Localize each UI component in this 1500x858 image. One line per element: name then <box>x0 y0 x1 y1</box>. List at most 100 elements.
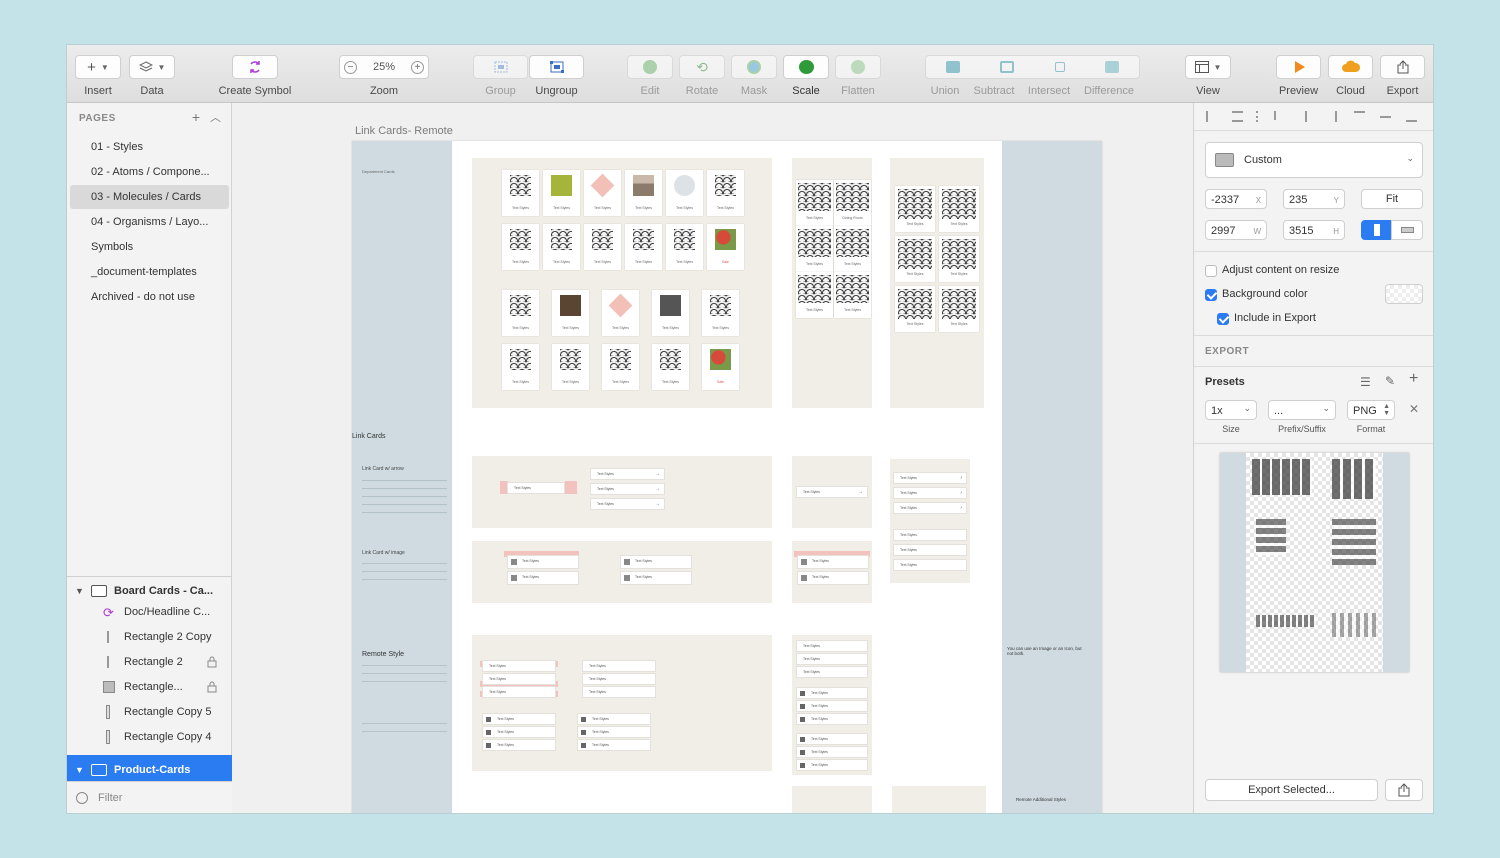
subtract-icon[interactable] <box>1000 61 1015 73</box>
y-position-input[interactable]: 235 Y <box>1283 189 1345 209</box>
prefix-suffix-select[interactable]: ... ⌄ <box>1268 400 1336 420</box>
include-in-export-checkbox[interactable] <box>1217 313 1229 325</box>
rectangle-tall-icon <box>106 730 110 744</box>
add-export-icon[interactable]: + <box>1409 370 1418 388</box>
width-input[interactable]: 2997 W <box>1205 220 1267 240</box>
remote-style-narrow: Text Styles Text Styles Text Styles Text… <box>792 635 872 775</box>
remove-export-icon[interactable]: ✕ <box>1409 402 1419 416</box>
card-label: Text Styles <box>512 326 529 330</box>
layer-row-symbol[interactable]: ⟳ Doc/Headline C... <box>67 600 232 625</box>
fit-button[interactable]: Fit <box>1361 189 1423 209</box>
align-top-icon[interactable] <box>1354 111 1365 122</box>
export-selected-button[interactable]: Export Selected... <box>1205 779 1378 801</box>
share-export-button[interactable] <box>1385 779 1423 801</box>
export-size-select[interactable]: 1x ⌄ <box>1205 400 1257 420</box>
card-label: Text Styles <box>594 206 611 210</box>
layer-row[interactable]: Rectangle 2 Copy <box>67 625 232 650</box>
align-middle-icon[interactable] <box>1380 116 1391 118</box>
icon-link-card: Text Styles <box>796 733 868 745</box>
layer-row[interactable]: Rectangle Copy 4 <box>67 725 232 750</box>
size-caption: Size <box>1222 424 1240 434</box>
align-center-icon[interactable] <box>1305 111 1307 122</box>
export-button[interactable] <box>1380 55 1425 79</box>
align-left-icon[interactable] <box>1206 111 1217 122</box>
lock-icon[interactable] <box>207 681 217 693</box>
mask-button[interactable] <box>731 55 777 79</box>
align-bottom-icon[interactable] <box>1406 111 1417 122</box>
card-label: Text Styles <box>712 326 729 330</box>
canvas[interactable]: Link Cards- Remote Department Cards Link… <box>232 103 1193 813</box>
sliders-icon[interactable]: ☰ <box>1360 375 1371 389</box>
height-input[interactable]: 3515 H <box>1283 220 1345 240</box>
landscape-orientation-button[interactable] <box>1391 220 1423 240</box>
format-select[interactable]: PNG ▲ ▼ <box>1347 400 1395 420</box>
x-position-input[interactable]: -2337 X <box>1205 189 1267 209</box>
portrait-orientation-button[interactable] <box>1361 220 1392 240</box>
data-button[interactable]: ▼ <box>129 55 175 79</box>
card-label: Text Styles <box>662 326 679 330</box>
align-left-edge-icon[interactable] <box>1274 111 1285 120</box>
page-item-selected[interactable]: 03 - Molecules / Cards <box>70 185 229 209</box>
page-item[interactable]: 04 - Organisms / Layo... <box>70 210 229 234</box>
layer-row[interactable]: Rectangle 2 <box>67 650 232 675</box>
artboard-preset-select[interactable]: Custom ⌄ <box>1205 142 1423 178</box>
icon-link-card: Text Styles <box>577 726 651 738</box>
pattern-image <box>610 349 631 370</box>
artboard-title[interactable]: Link Cards- Remote <box>355 125 453 137</box>
background-color-checkbox[interactable] <box>1205 289 1217 301</box>
thumb-icon <box>581 717 586 722</box>
link-cards-arrow-narrow: Text Styles → <box>792 456 872 528</box>
artboard[interactable]: Department Cards Link Card w/ arrow Link… <box>352 141 1102 813</box>
group-button[interactable] <box>473 55 528 79</box>
cloud-button[interactable] <box>1328 55 1373 79</box>
layer-row[interactable]: Rectangle... <box>67 675 232 700</box>
thumb-icon <box>800 737 805 742</box>
landscape-icon <box>1401 227 1414 233</box>
adjust-content-checkbox[interactable] <box>1205 265 1217 277</box>
presets-label: Presets <box>1205 376 1245 388</box>
union-icon[interactable] <box>946 61 961 73</box>
page-item[interactable]: 01 - Styles <box>70 135 229 159</box>
layer-row[interactable]: Rectangle Copy 5 <box>67 700 232 725</box>
collapse-pages-icon[interactable]: ︿ <box>210 109 221 125</box>
card-label: Text Styles <box>553 206 570 210</box>
zoom-out-button[interactable]: − <box>344 60 357 74</box>
card-label: Text Styles <box>950 272 968 276</box>
lock-icon[interactable] <box>207 656 217 668</box>
rotate-label: Rotate <box>685 85 719 97</box>
artboard-icon <box>91 764 107 776</box>
edit-button[interactable] <box>627 55 673 79</box>
page-item[interactable]: 02 - Atoms / Compone... <box>70 160 229 184</box>
zoom-label: Zoom <box>369 85 399 97</box>
filter-input[interactable]: Filter <box>67 781 232 813</box>
thumb-icon <box>624 575 630 581</box>
align-right-icon[interactable] <box>1326 111 1337 122</box>
align-center-h-icon[interactable] <box>1232 111 1243 122</box>
export-heading: EXPORT <box>1205 346 1250 357</box>
distribute-icon[interactable] <box>1256 111 1259 122</box>
layer-list: ▼ Board Cards - Ca... ⟳ Doc/Headline C..… <box>67 576 232 785</box>
pencil-icon[interactable]: ✎ <box>1385 374 1395 388</box>
link-card: Text Styles <box>582 660 656 672</box>
ungroup-button[interactable] <box>529 55 584 79</box>
pattern-image <box>510 349 531 370</box>
insert-button[interactable]: + ▼ <box>75 55 121 79</box>
scale-button[interactable] <box>783 55 829 79</box>
add-page-icon[interactable]: + <box>192 109 200 125</box>
group-icon <box>494 61 507 73</box>
view-button[interactable]: ▼ <box>1185 55 1231 79</box>
zoom-control[interactable]: − 25% + <box>339 55 429 79</box>
intersect-icon[interactable] <box>1054 62 1065 72</box>
background-color-swatch[interactable] <box>1385 284 1423 304</box>
create-symbol-button[interactable] <box>232 55 278 79</box>
zoom-in-button[interactable]: + <box>411 60 424 74</box>
page-item[interactable]: _document-templates <box>70 260 229 284</box>
flatten-button[interactable] <box>835 55 881 79</box>
thumb-icon <box>800 704 805 709</box>
preview-button[interactable] <box>1276 55 1321 79</box>
rotate-button[interactable]: ⟲ <box>679 55 725 79</box>
divider <box>1194 251 1433 252</box>
page-item[interactable]: Archived - do not use <box>70 285 229 309</box>
page-item[interactable]: Symbols <box>70 235 229 259</box>
difference-icon[interactable] <box>1104 61 1119 73</box>
